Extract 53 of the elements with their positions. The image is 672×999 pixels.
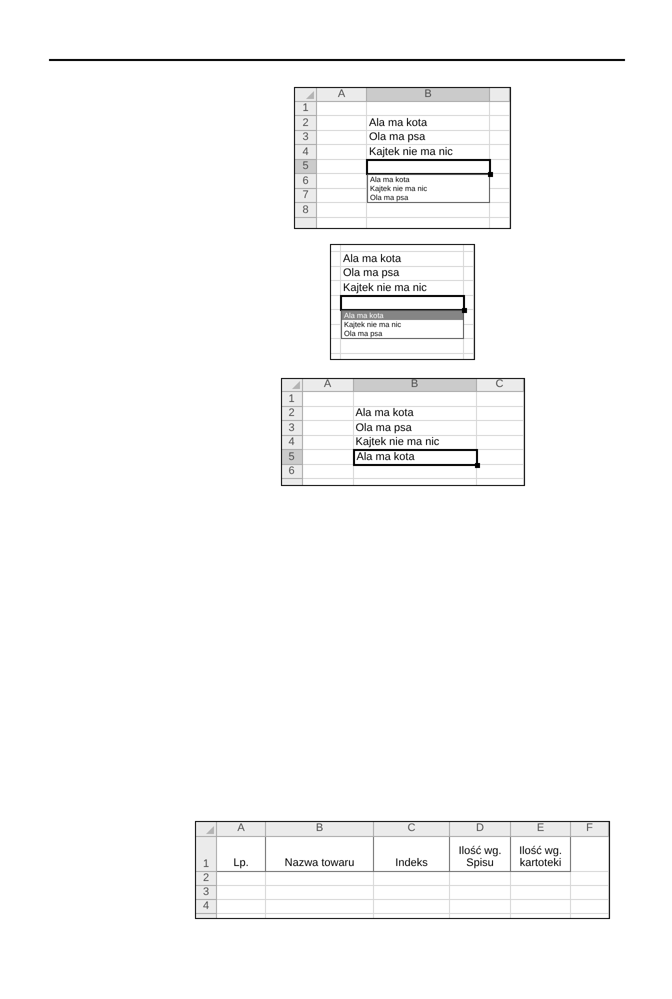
row-header[interactable]: 4: [295, 145, 317, 160]
column-header[interactable]: E: [511, 822, 571, 836]
row-header[interactable]: 1: [282, 392, 302, 406]
column-header[interactable]: C: [374, 822, 450, 836]
fill-handle-icon[interactable]: [488, 172, 493, 177]
row-header[interactable]: 5: [282, 450, 302, 464]
active-cell[interactable]: Ala ma kota: [352, 449, 478, 466]
triangle-icon: [206, 826, 214, 834]
column-header[interactable]: B: [354, 378, 476, 392]
active-cell[interactable]: [340, 294, 465, 311]
column-header[interactable]: [490, 88, 510, 102]
row-header[interactable]: 4: [282, 436, 302, 450]
table-cell: Ola ma psa: [341, 266, 464, 281]
table-cell: Ala ma kota: [367, 116, 490, 130]
triangle-icon: [306, 90, 314, 98]
row-header[interactable]: 1: [196, 836, 217, 872]
row-header[interactable]: 2: [282, 406, 302, 421]
column-header[interactable]: D: [450, 822, 511, 836]
row-header[interactable]: 4: [196, 900, 217, 914]
column-header[interactable]: A: [317, 88, 367, 102]
table-cell: Lp.: [217, 836, 266, 872]
row-header[interactable]: 2: [196, 872, 217, 886]
triangle-icon: [292, 381, 300, 389]
column-header[interactable]: F: [571, 822, 609, 836]
row-header[interactable]: 3: [282, 421, 302, 436]
row-header[interactable]: 8: [295, 203, 317, 218]
fill-handle-icon[interactable]: [462, 308, 467, 313]
active-cell[interactable]: [366, 158, 491, 175]
select-all-corner[interactable]: [282, 378, 302, 392]
fill-handle-icon[interactable]: [474, 462, 480, 468]
select-all-corner[interactable]: [196, 822, 217, 836]
row-header[interactable]: 2: [295, 116, 317, 130]
row-header[interactable]: 1: [295, 102, 317, 116]
table-cell: Indeks: [374, 836, 450, 872]
select-all-corner[interactable]: [295, 88, 317, 102]
column-header[interactable]: A: [302, 378, 354, 392]
row-header[interactable]: 5: [295, 160, 317, 174]
column-header[interactable]: B: [367, 88, 490, 102]
row-header[interactable]: 3: [295, 130, 317, 145]
column-header[interactable]: B: [266, 822, 374, 836]
table-cell: Ala ma kota: [354, 406, 476, 421]
table-cell: Ola ma psa: [354, 421, 476, 436]
column-header[interactable]: A: [217, 822, 266, 836]
table-cell: Ala ma kota: [341, 252, 464, 266]
row-header[interactable]: 6: [282, 464, 302, 479]
table-cell: Ilość wg. Spisu: [450, 836, 511, 872]
row-header[interactable]: 7: [295, 188, 317, 203]
row-header[interactable]: 3: [196, 886, 217, 900]
table-cell: Ola ma psa: [367, 130, 490, 145]
table-cell: Ilość wg. kartoteki: [511, 836, 571, 872]
row-header[interactable]: 6: [295, 174, 317, 188]
column-header[interactable]: C: [476, 378, 524, 392]
table-cell: Nazwa towaru: [266, 836, 374, 872]
